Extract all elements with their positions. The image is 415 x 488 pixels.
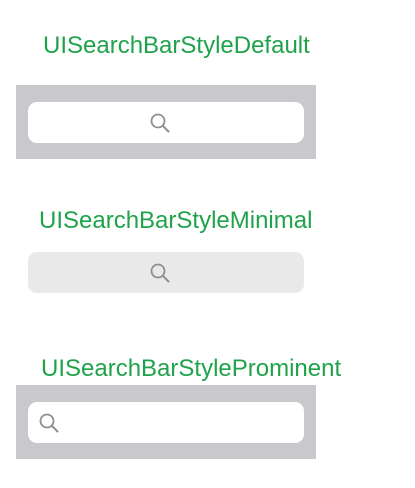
- label-searchbar-default: UISearchBarStyleDefault: [43, 32, 310, 59]
- search-field-minimal[interactable]: [28, 252, 304, 293]
- search-field-prominent[interactable]: [28, 402, 304, 443]
- search-field-default[interactable]: [28, 102, 304, 143]
- search-icon: [149, 112, 171, 134]
- search-icon: [149, 262, 171, 284]
- label-searchbar-minimal: UISearchBarStyleMinimal: [39, 207, 313, 234]
- search-icon: [38, 412, 60, 434]
- label-searchbar-prominent: UISearchBarStyleProminent: [41, 355, 342, 382]
